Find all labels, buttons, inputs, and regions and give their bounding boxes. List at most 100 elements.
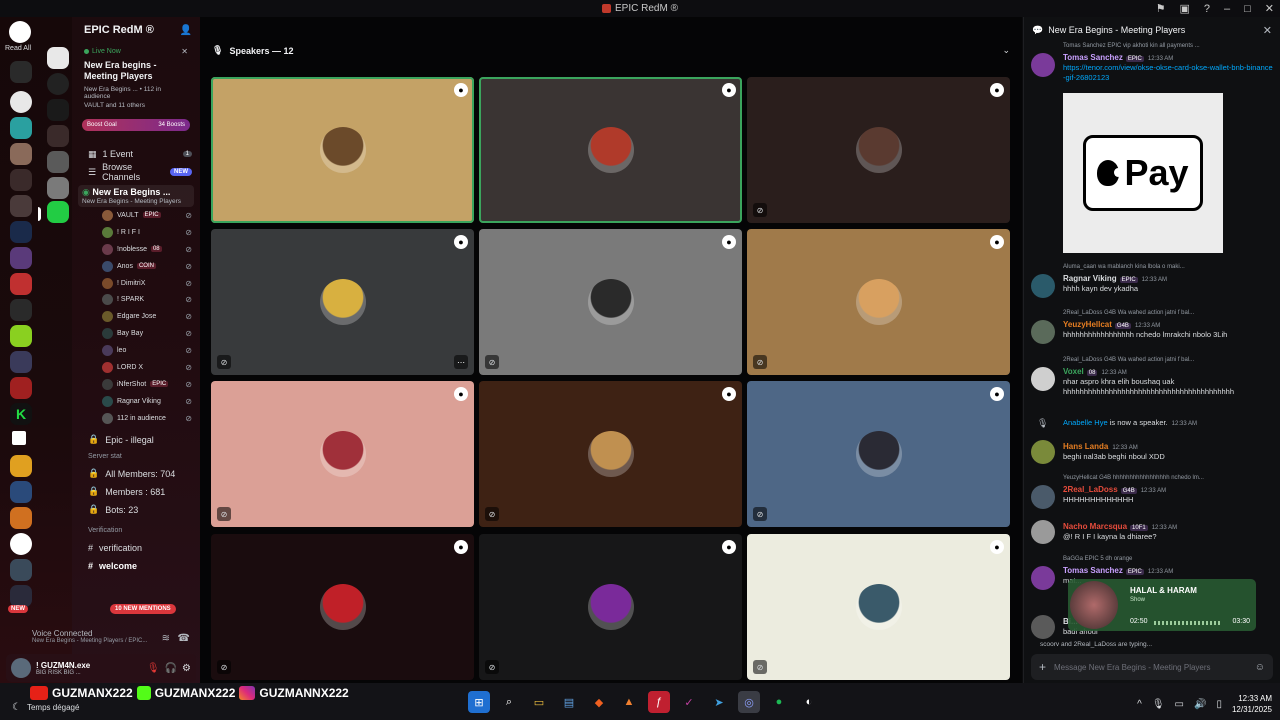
chat-message[interactable]: Tomas Sanchez EPIC vip akhoti kin all pa… (1031, 43, 1275, 83)
server-icon[interactable] (10, 143, 32, 165)
server-header[interactable]: EPIC RedM ® 👤 (72, 17, 200, 43)
mic-muted-icon[interactable]: 🎙 (147, 663, 160, 674)
avatar[interactable] (1031, 53, 1055, 77)
server-icon[interactable] (10, 533, 32, 555)
message-author[interactable]: Hans Landa (1063, 442, 1108, 451)
events-row[interactable]: ▦ 1 Event 1 (72, 145, 200, 163)
track-waveform[interactable] (1154, 621, 1222, 625)
server-icon[interactable] (47, 47, 69, 69)
music-player-widget[interactable]: HALAL & HARAM Show 02:50 03:30 (1068, 579, 1256, 631)
server-icon[interactable] (10, 351, 32, 373)
speaker-avatar[interactable] (855, 127, 902, 173)
server-icon[interactable] (10, 61, 32, 83)
speaker-tile[interactable]: ● ⊘ (211, 381, 474, 527)
chat-message[interactable]: Aluma_caan wa mablanch kina lbola o maki… (1031, 264, 1275, 298)
chat-message[interactable]: YeuzyHellcat G4B hhhhhhhhhhhhhhhhh nched… (1031, 475, 1275, 509)
noise-suppression-icon[interactable]: ≋ (162, 633, 170, 644)
tile-options-icon[interactable]: ● (990, 235, 1004, 249)
server-icon[interactable] (10, 377, 32, 399)
live-stage-card[interactable]: Live Now ✕ New Era begins - Meeting Play… (78, 43, 194, 113)
windows-start-icon[interactable]: ⊞ (468, 691, 490, 713)
message-author[interactable]: Nacho Marcsqua (1063, 522, 1127, 531)
avatar[interactable] (1031, 320, 1055, 344)
avatar[interactable] (1031, 566, 1055, 590)
avatar[interactable] (1031, 520, 1055, 544)
message-author[interactable]: 2Real_LaDoss (1063, 485, 1118, 494)
speaker-avatar[interactable] (587, 431, 634, 477)
chat-message[interactable]: 🎙 Anabelle Hye is now a speaker. 12:33 AM (1031, 418, 1275, 429)
message-author[interactable]: Tomas Sanchez (1063, 53, 1123, 62)
avatar[interactable] (1031, 367, 1055, 391)
speaker-avatar[interactable] (855, 431, 902, 477)
stage-member-row[interactable]: ! SPARK ⊘ (72, 291, 200, 308)
server-icon[interactable] (10, 507, 32, 529)
speaker-tile[interactable]: ● ⊘ (747, 534, 1010, 680)
server-icon[interactable] (12, 431, 26, 445)
stage-member-row[interactable]: Edgare Jose ⊘ (72, 308, 200, 325)
inbox-icon[interactable]: ▣ (1179, 2, 1189, 15)
tile-options-icon[interactable]: ● (722, 235, 736, 249)
tile-options-icon[interactable]: ● (454, 235, 468, 249)
server-icon[interactable] (10, 247, 32, 269)
help-icon[interactable]: ? (1204, 3, 1210, 15)
channel-welcome[interactable]: # welcome (72, 557, 200, 575)
speaker-avatar[interactable] (319, 584, 366, 630)
tile-options-icon[interactable]: ● (990, 387, 1004, 401)
speaker-tile[interactable]: ● ⊘ (211, 534, 474, 680)
channel-epic-illegal[interactable]: 🔒 Epic - illegal (72, 431, 200, 449)
gif-embed-apple-pay[interactable]: Pay (1063, 93, 1223, 253)
server-icon[interactable] (10, 273, 32, 295)
steam-icon[interactable]: ◐ (798, 691, 820, 713)
spotify-icon[interactable]: ● (768, 691, 790, 713)
speaker-tile[interactable]: ● ⊘ (479, 381, 742, 527)
volume-icon[interactable]: 🔊 (1194, 699, 1206, 710)
chevron-up-icon[interactable]: ^ (1137, 699, 1142, 710)
dismiss-icon[interactable]: ✕ (181, 47, 188, 56)
speaker-tile[interactable]: ● ⊘ (479, 534, 742, 680)
tile-options-icon[interactable]: ● (722, 83, 736, 97)
server-icon[interactable] (47, 73, 69, 95)
minimize-button[interactable]: – (1224, 3, 1230, 15)
speaker-avatar[interactable] (319, 279, 366, 325)
mic-icon[interactable]: 🎙 (1152, 699, 1165, 710)
store-icon[interactable]: ▤ (558, 691, 580, 713)
speaker-avatar[interactable] (319, 431, 366, 477)
chat-message[interactable]: 2Real_LaDoss G4B Wa wahed action jatni f… (1031, 310, 1275, 344)
chat-message[interactable]: Hans Landa 12:33 AM beghi nal3ab beghi nbo… (1031, 438, 1275, 464)
server-icon[interactable] (10, 481, 32, 503)
tile-options-icon[interactable]: ● (722, 540, 736, 554)
stage-member-row[interactable]: ! DimitriX ⊘ (72, 275, 200, 292)
speaker-tile[interactable]: ● ⊘ (747, 77, 1010, 223)
brave-browser-icon[interactable]: ◆ (588, 691, 610, 713)
speaker-avatar[interactable] (587, 279, 634, 325)
stage-member-row[interactable]: ! R I F I ⊘ (72, 224, 200, 241)
telegram-icon[interactable]: ➤ (708, 691, 730, 713)
speaker-avatar[interactable] (855, 584, 902, 630)
server-icon[interactable] (10, 455, 32, 477)
message-link[interactable]: https://tenor.com/view/okse-okse-card-ok… (1063, 63, 1275, 83)
tile-options-icon[interactable]: ● (990, 540, 1004, 554)
stage-member-row[interactable]: Anos COIN ⊘ (72, 258, 200, 275)
stage-channel[interactable]: ◉ New Era Begins ... New Era Begins - Me… (78, 185, 194, 207)
server-icon[interactable] (10, 195, 32, 217)
stage-member-row[interactable]: VAULT EPIC ⊘ (72, 207, 200, 224)
message-author[interactable]: Voxel (1063, 367, 1084, 376)
stage-member-row[interactable]: Ragnar Viking ⊘ (72, 393, 200, 410)
disconnect-icon[interactable]: ☎ (178, 633, 190, 644)
kick-server-icon[interactable]: K (10, 403, 32, 425)
chat-message[interactable]: Nacho Marcsqua 10F1 12:33 AM @! R I F I kay… (1031, 518, 1275, 544)
tile-options-icon[interactable]: ● (454, 83, 468, 97)
system-message-user[interactable]: Anabelle Hye (1063, 418, 1108, 427)
stage-member-row[interactable]: Bay Bay ⊘ (72, 325, 200, 342)
server-icon[interactable] (10, 559, 32, 581)
speaker-avatar[interactable] (855, 279, 902, 325)
tile-options-icon[interactable]: ● (722, 387, 736, 401)
server-icon[interactable] (10, 325, 32, 347)
new-mentions-pill[interactable]: 10 NEW MENTIONS (110, 604, 176, 614)
server-icon[interactable] (10, 585, 32, 607)
speaker-tile[interactable]: ● ⊘ (747, 229, 1010, 375)
speaker-tile[interactable]: ● (479, 77, 742, 223)
server-icon[interactable] (10, 221, 32, 243)
app-icon[interactable]: ✓ (678, 691, 700, 713)
app-icon[interactable]: ƒ (648, 691, 670, 713)
